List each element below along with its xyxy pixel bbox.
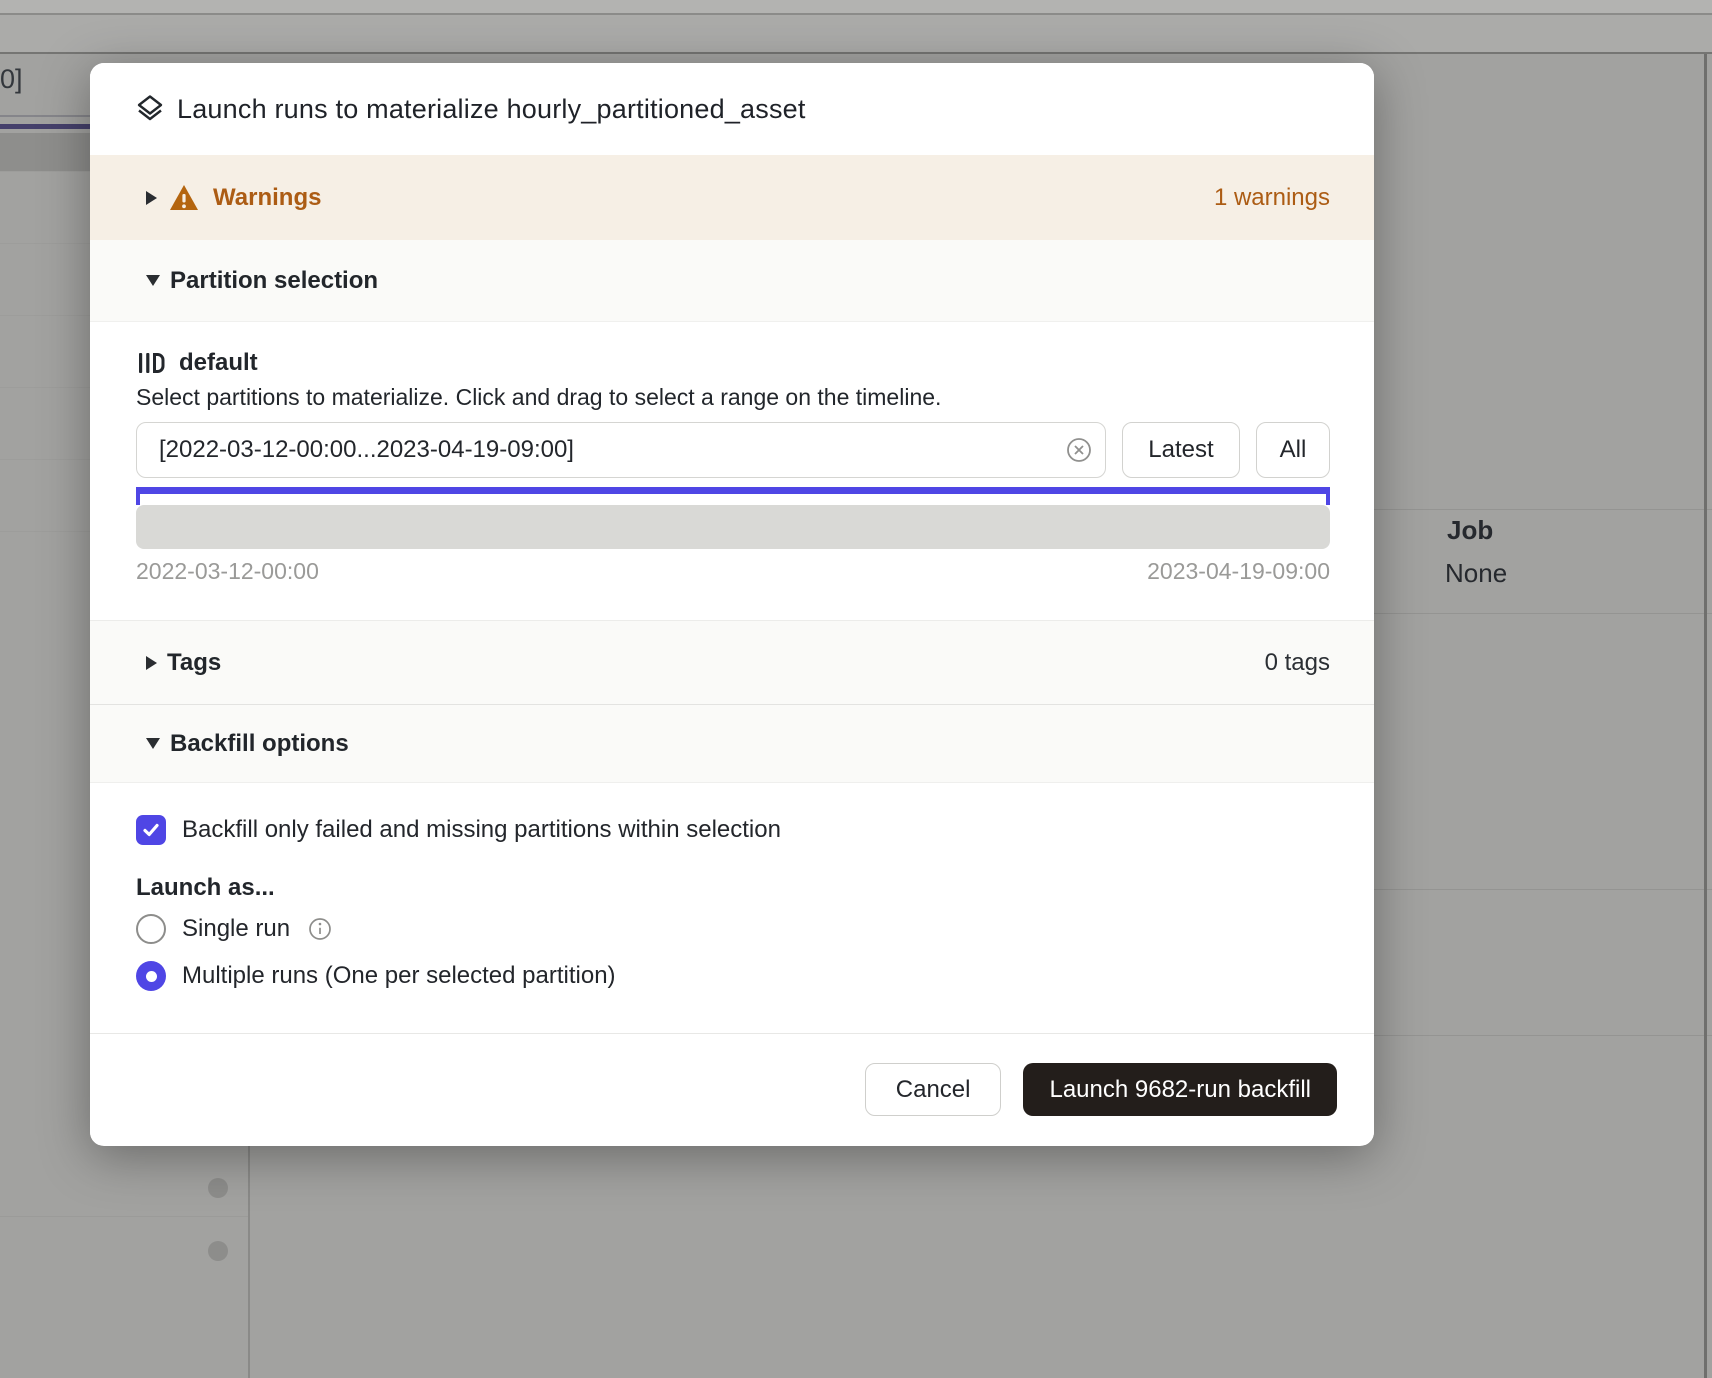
row-divider [0, 315, 90, 316]
background-tab-indicator [0, 124, 90, 129]
row-divider [0, 387, 90, 388]
launch-backfill-button[interactable]: Launch 9682-run backfill [1023, 1063, 1337, 1116]
partition-dimension-name: default [179, 349, 258, 377]
partition-helper-text: Select partitions to materialize. Click … [136, 384, 1330, 410]
row-divider [0, 243, 90, 244]
row-divider [1374, 1035, 1712, 1036]
timeline-labels: 2022-03-12-00:00 2023-04-19-09:00 [136, 558, 1330, 585]
backfill-options-content: Backfill only failed and missing partiti… [90, 783, 1374, 1033]
multiple-runs-label: Multiple runs (One per selected partitio… [182, 962, 616, 990]
partition-selection-content: default Select partitions to materialize… [90, 322, 1374, 620]
background-divider [0, 52, 1712, 54]
chevron-down-icon [146, 738, 160, 749]
background-clipped-partition-text: 0] [0, 64, 23, 95]
column-divider [1704, 54, 1707, 1378]
chevron-down-icon [146, 275, 160, 286]
single-run-label: Single run [182, 915, 290, 943]
column-divider [248, 1146, 250, 1378]
row-divider [1374, 889, 1712, 890]
radio-unselected-icon[interactable] [136, 914, 166, 944]
backfill-options-label: Backfill options [170, 730, 349, 758]
background-divider [0, 115, 90, 117]
dialog-header: Launch runs to materialize hourly_partit… [90, 63, 1374, 155]
row-divider [1374, 613, 1712, 614]
row-divider [0, 531, 90, 532]
launch-as-label: Launch as... [136, 874, 1330, 900]
row-divider [0, 171, 90, 172]
partition-range-input-wrap [136, 422, 1106, 478]
background-button-remnant [0, 133, 95, 172]
timeline-end-label: 2023-04-19-09:00 [1147, 558, 1330, 585]
backfill-only-failed-label: Backfill only failed and missing partiti… [182, 816, 781, 844]
warnings-label: Warnings [213, 184, 321, 212]
row-divider [1374, 509, 1712, 510]
timeline-selection-range[interactable] [136, 487, 1330, 505]
background-toolbar-band [0, 15, 1712, 52]
checkbox-checked-icon[interactable] [136, 815, 166, 845]
latest-button[interactable]: Latest [1122, 422, 1240, 478]
job-column-header: Job [1447, 515, 1493, 546]
partition-range-input[interactable] [136, 422, 1106, 478]
timeline-start-label: 2022-03-12-00:00 [136, 558, 319, 585]
partition-selection-label: Partition selection [170, 267, 378, 295]
tags-count: 0 tags [1265, 649, 1330, 677]
asset-layers-icon [135, 94, 165, 124]
partition-icon [136, 348, 166, 378]
clear-selection-icon[interactable] [1066, 437, 1092, 463]
job-column-value: None [1445, 558, 1507, 589]
partition-timeline[interactable] [136, 505, 1330, 549]
status-dot [208, 1178, 228, 1198]
background-top-band [0, 0, 1712, 13]
backfill-options-toggle[interactable]: Backfill options [90, 705, 1374, 783]
warnings-section-toggle[interactable]: Warnings 1 warnings [90, 155, 1374, 240]
single-run-radio-row[interactable]: Single run [136, 913, 1330, 945]
tags-section-toggle[interactable]: Tags 0 tags [90, 620, 1374, 705]
info-icon[interactable] [308, 917, 332, 941]
tags-label: Tags [167, 649, 221, 677]
dialog-title: Launch runs to materialize hourly_partit… [177, 94, 806, 125]
multiple-runs-radio-row[interactable]: Multiple runs (One per selected partitio… [136, 960, 1330, 992]
row-divider [0, 1216, 248, 1217]
cancel-button[interactable]: Cancel [865, 1063, 1002, 1116]
dialog-footer: Cancel Launch 9682-run backfill [90, 1033, 1374, 1145]
status-dot [208, 1241, 228, 1261]
radio-selected-icon[interactable] [136, 961, 166, 991]
all-button[interactable]: All [1256, 422, 1330, 478]
partition-selection-toggle[interactable]: Partition selection [90, 240, 1374, 322]
row-divider [0, 459, 90, 460]
warnings-count: 1 warnings [1214, 184, 1330, 212]
chevron-right-icon [146, 191, 157, 205]
chevron-right-icon [146, 656, 157, 670]
partition-range-row: Latest All [136, 422, 1330, 478]
launch-backfill-dialog: Launch runs to materialize hourly_partit… [90, 63, 1374, 1146]
warning-triangle-icon [169, 184, 199, 211]
partition-dimension-row: default [136, 348, 1330, 378]
backfill-only-failed-checkbox-row[interactable]: Backfill only failed and missing partiti… [136, 814, 1330, 846]
